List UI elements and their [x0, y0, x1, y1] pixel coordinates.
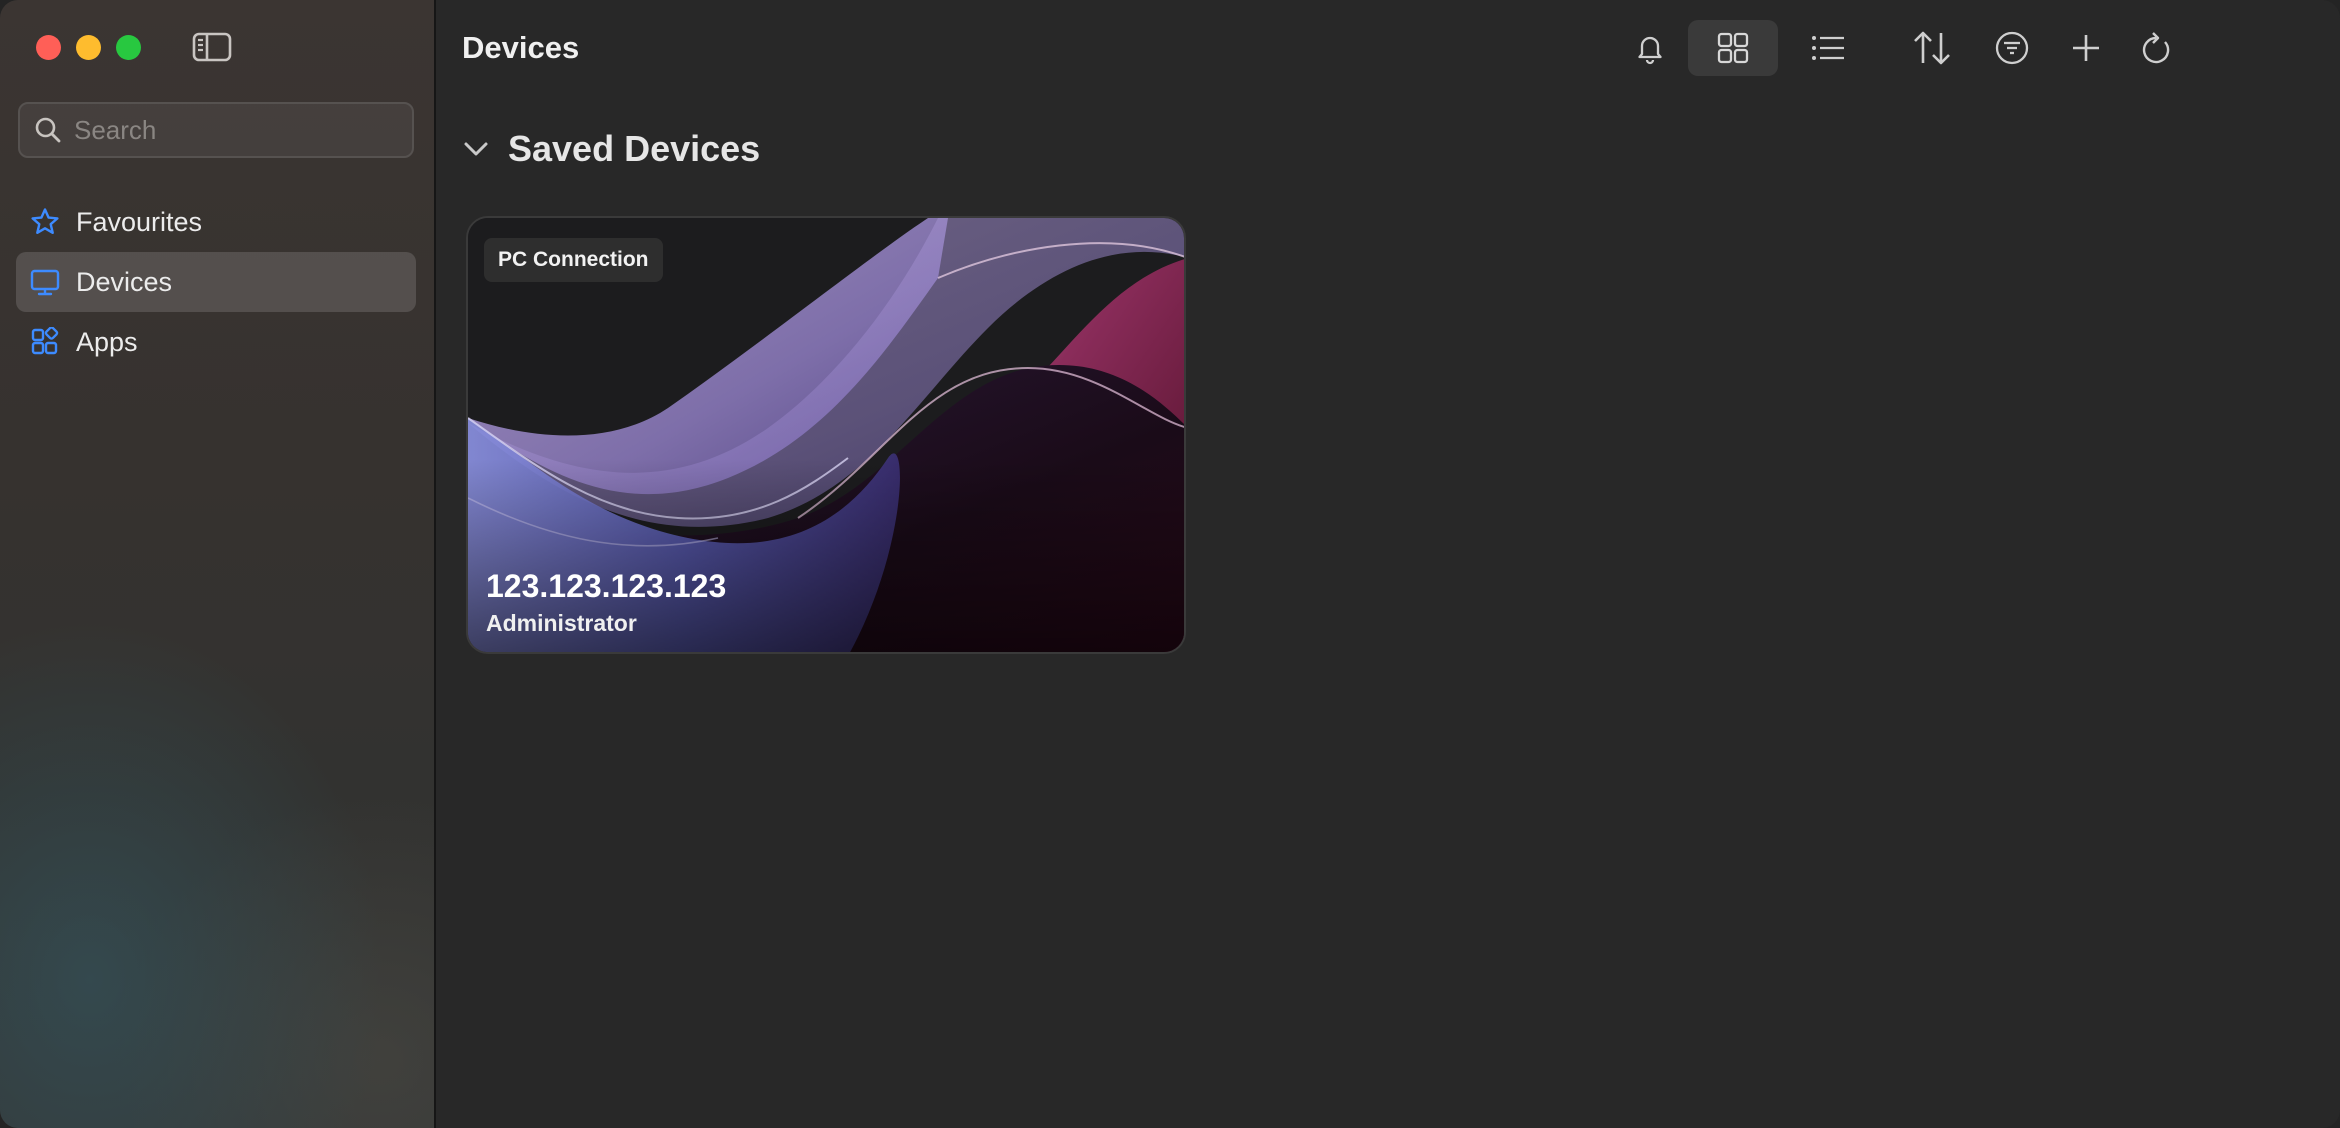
apps-icon	[31, 327, 59, 355]
sort-button[interactable]	[1902, 20, 1962, 76]
sidebar-icon	[192, 32, 232, 62]
filter-button[interactable]	[1982, 20, 2042, 76]
sidebar-item-label: Devices	[76, 266, 173, 297]
search-icon	[35, 117, 61, 143]
sidebar-item-label: Favourites	[76, 206, 203, 237]
filter-icon	[1995, 31, 2029, 65]
sidebar-item-devices[interactable]: Devices	[16, 252, 416, 312]
maximize-window-button[interactable]	[116, 35, 141, 60]
minimize-window-button[interactable]	[76, 35, 101, 60]
page-title: Devices	[462, 30, 580, 65]
star-icon	[31, 208, 59, 234]
sidebar-item-apps[interactable]: Apps	[16, 312, 416, 372]
window-controls	[36, 35, 141, 60]
refresh-icon	[2142, 32, 2170, 64]
search-input[interactable]	[74, 114, 394, 146]
section-title: Saved Devices	[508, 128, 761, 169]
sidebar-toggle-button[interactable]	[192, 31, 232, 63]
refresh-button[interactable]	[2126, 20, 2186, 76]
add-device-button[interactable]	[2056, 20, 2116, 76]
section-header[interactable]: Saved Devices	[462, 128, 760, 170]
toolbar	[1620, 20, 2340, 76]
notifications-button[interactable]	[1620, 20, 1680, 76]
device-card[interactable]: PC Connection 123.123.123.123 Administra…	[466, 216, 1186, 654]
device-address: 123.123.123.123	[486, 568, 727, 604]
monitor-icon	[30, 269, 60, 296]
app-window: Favourites Devices Apps	[0, 0, 2340, 1128]
main-content: Devices Saved Devices PC Connection 123.…	[438, 0, 2340, 1128]
sort-icon	[1914, 31, 1950, 65]
sidebar-nav: Favourites Devices Apps	[16, 192, 416, 372]
grid-view-icon	[1717, 32, 1749, 64]
close-window-button[interactable]	[36, 35, 61, 60]
connection-type-badge: PC Connection	[484, 238, 663, 282]
list-view-icon	[1812, 36, 1844, 60]
device-username: Administrator	[486, 610, 637, 636]
chevron-down-icon[interactable]	[462, 138, 490, 160]
bell-icon	[1638, 36, 1662, 65]
grid-view-button[interactable]	[1688, 20, 1778, 76]
list-view-button[interactable]	[1798, 20, 1858, 76]
sidebar-item-favourites[interactable]: Favourites	[16, 192, 416, 252]
sidebar-item-label: Apps	[76, 326, 138, 357]
search-field[interactable]	[18, 102, 414, 158]
plus-icon	[2073, 35, 2099, 61]
sidebar: Favourites Devices Apps	[0, 0, 436, 1128]
